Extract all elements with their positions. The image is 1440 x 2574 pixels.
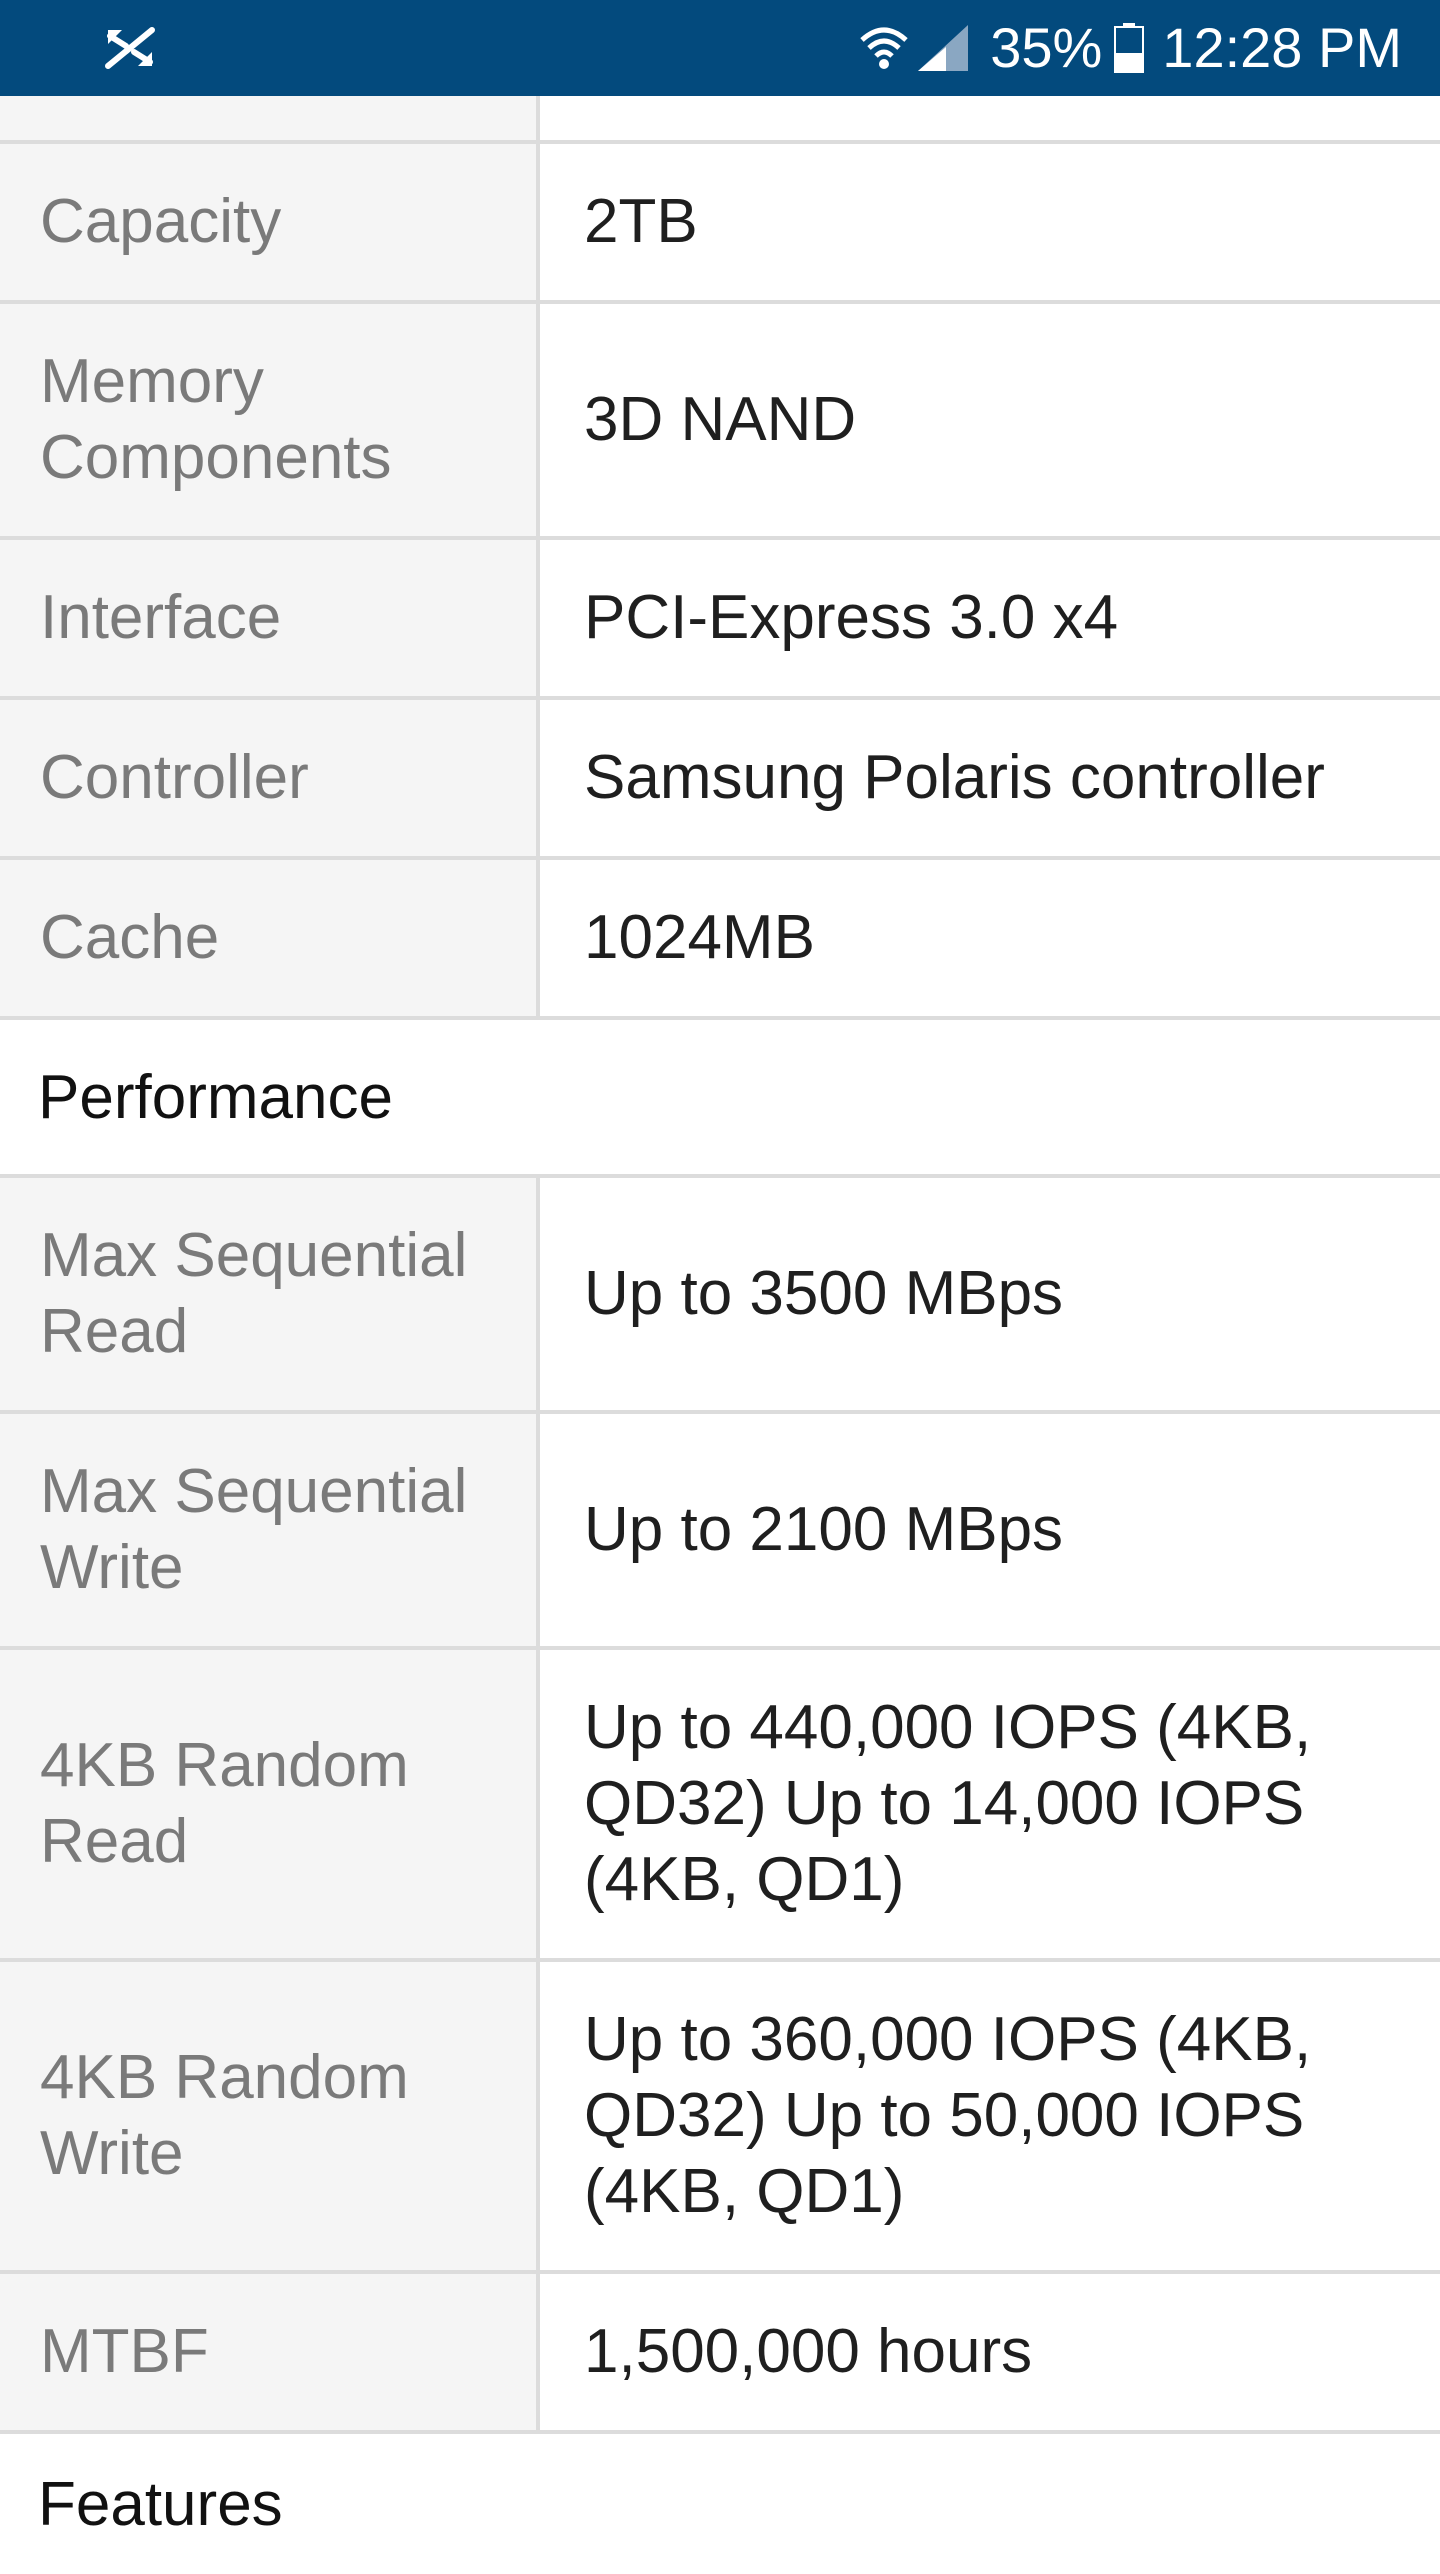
table-row-interface: Interface PCI-Express 3.0 x4 — [0, 540, 1440, 700]
battery-icon — [1114, 23, 1145, 73]
row-label: 4KB Random Read — [0, 1650, 540, 1958]
table-row-capacity: Capacity 2TB — [0, 144, 1440, 304]
row-value-cell — [540, 96, 1440, 140]
row-value: Up to 440,000 IOPS (4KB, QD32) Up to 14,… — [584, 1693, 1312, 1914]
status-bar: 35% 12:28 PM — [0, 0, 1440, 96]
table-row-memory-components: Memory Components 3D NAND — [0, 304, 1440, 540]
table-row-partial — [0, 96, 1440, 144]
row-label: Cache — [0, 860, 540, 1016]
spec-table: Capacity 2TB Memory Components 3D NAND I… — [0, 96, 1440, 2574]
section-header-performance: Performance — [0, 1020, 1440, 1178]
table-row-4kb-random-write: 4KB Random Write Up to 360,000 IOPS (4KB… — [0, 1962, 1440, 2274]
row-value: PCI-Express 3.0 x4 — [584, 583, 1119, 652]
row-label: Controller — [0, 700, 540, 856]
row-value: Samsung Polaris controller — [584, 743, 1325, 812]
row-value: 1,500,000 hours — [584, 2317, 1033, 2386]
table-row-mtbf: MTBF 1,500,000 hours — [0, 2274, 1440, 2434]
row-value: Up to 360,000 IOPS (4KB, QD32) Up to 50,… — [584, 2005, 1312, 2226]
signal-icon — [918, 25, 969, 71]
clock: 12:28 PM — [1162, 16, 1402, 79]
row-value: 2TB — [584, 187, 698, 256]
row-label: Capacity — [0, 144, 540, 300]
table-row-max-sequential-write: Max Sequential Write Up to 2100 MBps — [0, 1414, 1440, 1650]
row-label: Max Sequential Write — [0, 1414, 540, 1646]
wifi-icon — [860, 27, 908, 69]
row-value: 3D NAND — [584, 385, 857, 454]
row-value: Up to 2100 MBps — [584, 1495, 1064, 1564]
row-label: Memory Components — [0, 304, 540, 536]
row-label: Max Sequential Read — [0, 1178, 540, 1410]
battery-percent: 35% — [990, 16, 1103, 79]
table-row-cache: Cache 1024MB — [0, 860, 1440, 1020]
table-row-controller: Controller Samsung Polaris controller — [0, 700, 1440, 860]
row-value: 1024MB — [584, 903, 815, 972]
mute-sync-icon — [105, 27, 155, 69]
table-row-max-sequential-read: Max Sequential Read Up to 3500 MBps — [0, 1178, 1440, 1414]
row-value: Up to 3500 MBps — [584, 1259, 1064, 1328]
row-label: 4KB Random Write — [0, 1962, 540, 2270]
row-label: MTBF — [0, 2274, 540, 2430]
section-header-features: Features — [38, 2469, 283, 2539]
row-label-cell — [0, 96, 540, 140]
table-row-4kb-random-read: 4KB Random Read Up to 440,000 IOPS (4KB,… — [0, 1650, 1440, 1962]
row-label: Interface — [0, 540, 540, 696]
